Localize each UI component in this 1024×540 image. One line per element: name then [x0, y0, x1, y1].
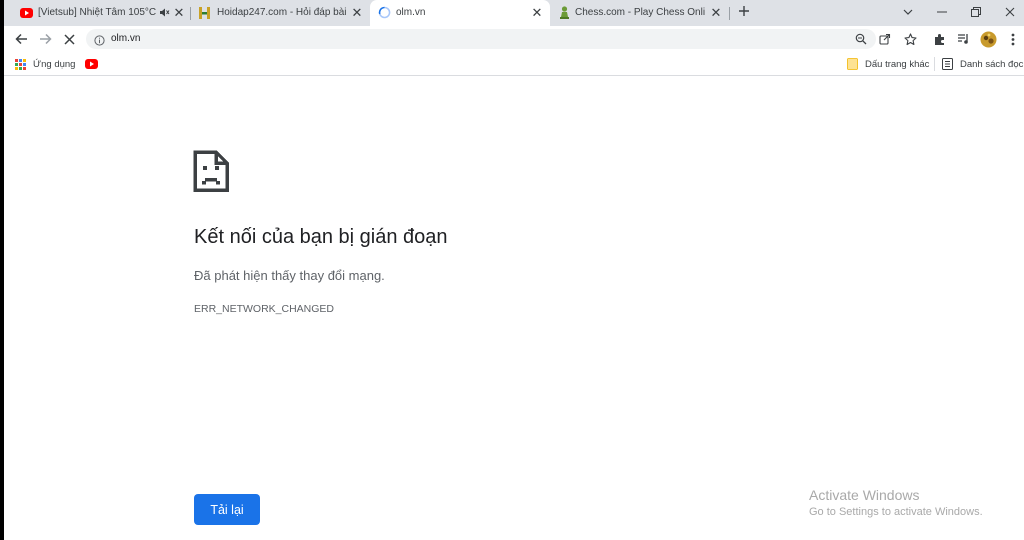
- other-bookmarks[interactable]: Dấu trang khác: [847, 57, 929, 71]
- tab-title: Hoidap247.com - Hỏi đáp bài tập: [217, 7, 349, 18]
- error-page: Kết nối của bạn bị gián đoạn Đã phát hiệ…: [0, 77, 1024, 540]
- close-icon: [1005, 7, 1015, 17]
- share-icon[interactable]: [876, 30, 894, 48]
- bookmarks-separator: [934, 57, 935, 71]
- tab-search-button[interactable]: [891, 0, 925, 24]
- browser-window: [Vietsub] Nhiệt Tâm 105°C C ✕ Hoidap247.…: [0, 0, 1024, 540]
- reading-list[interactable]: Danh sách đọc: [942, 57, 1023, 71]
- arrow-left-icon: [14, 33, 27, 45]
- close-icon: [63, 33, 75, 45]
- minimize-icon: [937, 11, 947, 13]
- new-tab-button[interactable]: [735, 3, 753, 21]
- window-left-edge: [0, 0, 4, 540]
- minimize-button[interactable]: [925, 0, 959, 24]
- reading-list-icon: [942, 58, 953, 70]
- apps-bookmark[interactable]: Ứng dụng: [15, 57, 75, 71]
- error-code: ERR_NETWORK_CHANGED: [194, 303, 335, 315]
- tab-close-button[interactable]: ✕: [530, 6, 544, 20]
- tab-hoidap247[interactable]: Hoidap247.com - Hỏi đáp bài tập ✕: [191, 0, 368, 26]
- apps-grid-icon: [15, 58, 26, 70]
- apps-label: Ứng dụng: [33, 58, 76, 70]
- tab-chess[interactable]: Chess.com - Play Chess Online - ✕: [551, 0, 729, 26]
- forward-button[interactable]: [35, 29, 55, 49]
- tab-strip: [Vietsub] Nhiệt Tâm 105°C C ✕ Hoidap247.…: [0, 0, 1024, 26]
- folder-icon: [847, 58, 858, 70]
- stop-loading-button[interactable]: [59, 29, 79, 49]
- tab-separator: [729, 7, 730, 20]
- loading-spinner-icon: [378, 6, 391, 22]
- extensions-icon[interactable]: [930, 30, 948, 48]
- youtube-icon: [20, 8, 33, 21]
- youtube-bookmark[interactable]: [85, 57, 98, 71]
- activate-windows-title: Activate Windows: [809, 487, 920, 503]
- reading-list-label: Danh sách đọc: [960, 58, 1024, 70]
- close-window-button[interactable]: [993, 0, 1024, 24]
- tab-olm-active[interactable]: olm.vn ✕: [370, 0, 550, 26]
- info-icon[interactable]: [94, 33, 105, 51]
- tab-close-button[interactable]: ✕: [350, 6, 364, 20]
- profile-avatar[interactable]: [979, 30, 997, 48]
- address-bar[interactable]: olm.vn: [86, 29, 876, 49]
- chevron-down-icon: [903, 9, 913, 15]
- bookmark-star-icon[interactable]: [901, 30, 919, 48]
- media-control-icon[interactable]: [954, 30, 972, 48]
- tab-title: Chess.com - Play Chess Online -: [575, 7, 705, 18]
- navigation-toolbar: olm.vn: [0, 26, 1024, 52]
- tab-title: [Vietsub] Nhiệt Tâm 105°C C: [38, 7, 156, 18]
- other-bookmarks-label: Dấu trang khác: [865, 58, 930, 70]
- chess-pawn-icon: [559, 6, 570, 22]
- sad-document-icon: [193, 150, 229, 197]
- url-text[interactable]: olm.vn: [111, 33, 140, 44]
- bookmarks-bar: Ứng dụng Dấu trang khác Danh sách đọc: [0, 52, 1024, 76]
- youtube-icon: [85, 59, 98, 69]
- restore-icon: [971, 7, 981, 17]
- tab-title: olm.vn: [396, 7, 426, 18]
- zoom-icon[interactable]: [852, 30, 870, 48]
- back-button[interactable]: [11, 29, 31, 49]
- activate-windows-subtitle: Go to Settings to activate Windows.: [809, 506, 983, 518]
- restore-button[interactable]: [959, 0, 993, 24]
- hoidap247-icon: [199, 7, 210, 22]
- tab-close-button[interactable]: ✕: [172, 6, 186, 20]
- reload-button[interactable]: Tải lại: [194, 494, 260, 525]
- error-heading: Kết nối của bạn bị gián đoạn: [194, 226, 448, 248]
- error-description: Đã phát hiện thấy thay đổi mạng.: [194, 268, 385, 283]
- speaker-icon[interactable]: [159, 7, 170, 21]
- tab-close-button[interactable]: ✕: [709, 6, 723, 20]
- arrow-right-icon: [39, 33, 52, 45]
- tab-youtube[interactable]: [Vietsub] Nhiệt Tâm 105°C C ✕: [12, 0, 190, 26]
- more-menu-icon[interactable]: [1004, 30, 1022, 48]
